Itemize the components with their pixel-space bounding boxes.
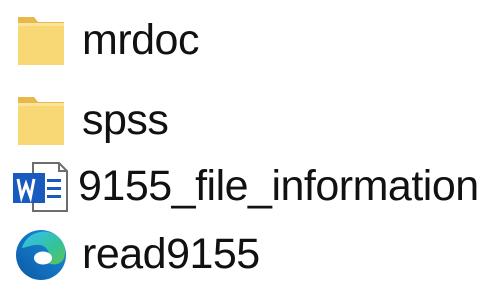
file-item-spss[interactable]: spss xyxy=(0,86,498,156)
word-document-icon xyxy=(10,152,72,222)
file-name: mrdoc xyxy=(82,16,199,64)
file-list: mrdoc spss 9155_file_information read915… xyxy=(0,0,498,291)
file-item-mrdoc[interactable]: mrdoc xyxy=(0,6,498,76)
file-name: read9155 xyxy=(82,230,260,278)
file-name: spss xyxy=(82,96,169,144)
folder-icon xyxy=(10,86,72,156)
file-item-9155-file-information[interactable]: 9155_file_information xyxy=(0,152,498,222)
file-name: 9155_file_information xyxy=(78,162,479,210)
file-item-read9155[interactable]: read9155 xyxy=(0,220,498,290)
folder-icon xyxy=(10,6,72,76)
edge-browser-icon xyxy=(10,220,72,290)
